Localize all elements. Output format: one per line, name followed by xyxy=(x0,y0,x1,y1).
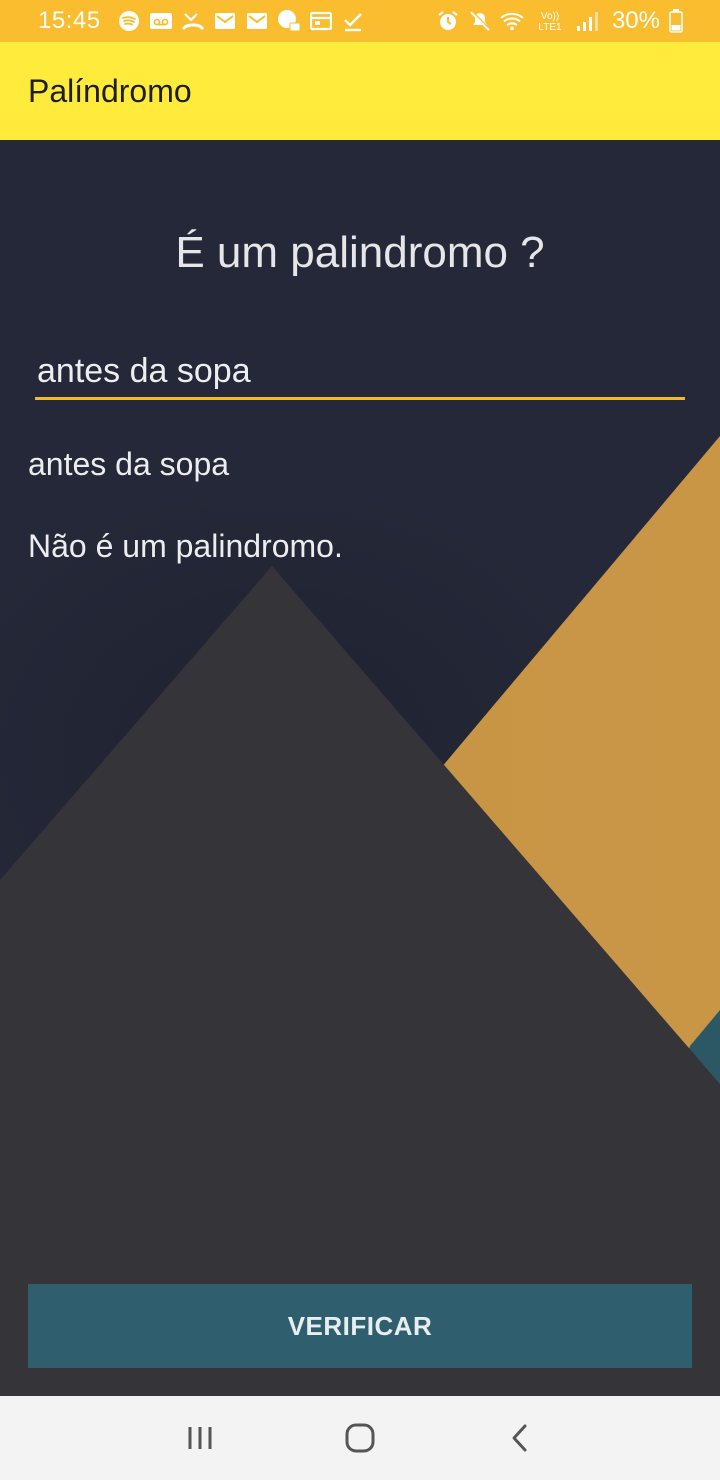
volte-icon: Vo)) LTE1 xyxy=(532,9,568,33)
echo-text: antes da sopa xyxy=(28,446,230,482)
result-text: Não é um palindromo. xyxy=(28,528,343,564)
navigation-bar xyxy=(0,1396,720,1480)
spotify-icon xyxy=(117,9,141,33)
svg-text:Vo)): Vo)) xyxy=(541,11,559,22)
signal-icon xyxy=(576,9,600,33)
status-bar: 15:45 Vo)) LTE1 30% xyxy=(0,0,720,42)
mute-icon xyxy=(468,9,492,33)
verify-button[interactable]: VERIFICAR xyxy=(28,1284,692,1368)
text-input[interactable]: antes da sopa xyxy=(35,344,685,400)
voicemail-icon xyxy=(149,9,173,33)
status-left: 15:45 xyxy=(38,7,365,35)
download-done-icon xyxy=(341,9,365,33)
recent-apps-icon[interactable] xyxy=(170,1408,230,1468)
gmail-icon xyxy=(245,9,269,33)
home-icon[interactable] xyxy=(330,1408,390,1468)
app-bar: Palíndromo xyxy=(0,42,720,140)
main-content: É um palindromo ? antes da sopa antes da… xyxy=(0,140,720,1396)
battery-percent: 30% xyxy=(611,7,660,34)
app-title: Palíndromo xyxy=(28,72,192,109)
back-icon[interactable] xyxy=(490,1408,550,1468)
status-time: 15:45 xyxy=(38,7,101,34)
question-heading: É um palindromo ? xyxy=(175,228,545,277)
missed-call-icon xyxy=(181,9,205,33)
wifi-icon xyxy=(500,9,524,33)
alarm-icon xyxy=(436,9,460,33)
background-mountains xyxy=(0,140,720,1396)
battery-icon xyxy=(668,9,684,33)
status-right: Vo)) LTE1 30% xyxy=(436,7,684,35)
gmail-icon xyxy=(213,9,237,33)
chat-icon xyxy=(277,9,301,33)
svg-text:LTE1: LTE1 xyxy=(538,22,562,33)
calendar-icon xyxy=(309,9,333,33)
